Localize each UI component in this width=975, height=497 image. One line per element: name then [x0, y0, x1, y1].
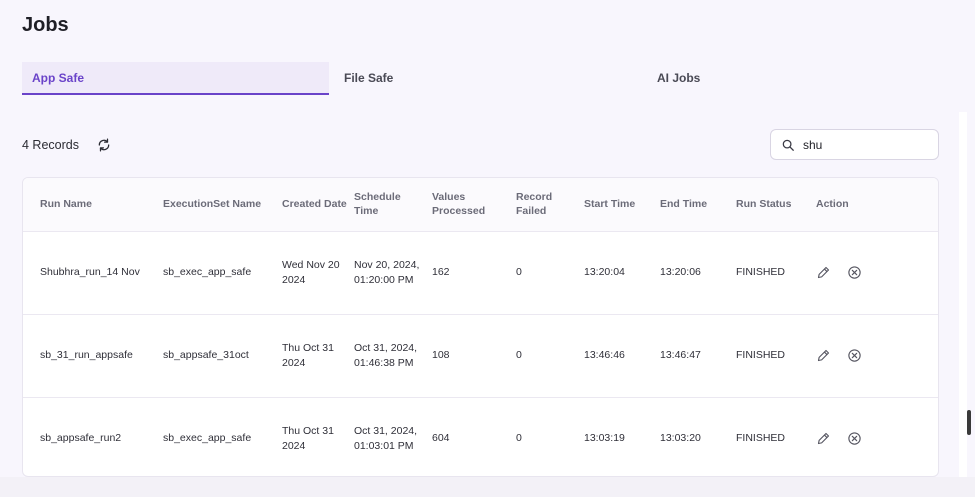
cell-action	[816, 314, 938, 398]
page-footer-area	[0, 477, 975, 497]
header-values-processed[interactable]: Values Processed	[432, 178, 516, 232]
header-run-name[interactable]: Run Name	[23, 178, 163, 232]
header-executionset-name[interactable]: ExecutionSet Name	[163, 178, 282, 232]
records-bar: 4 Records	[22, 138, 111, 152]
table-row[interactable]: sb_appsafe_run2 sb_exec_app_safe Thu Oct…	[23, 397, 938, 476]
cell-created-date: Wed Nov 20 2024	[282, 231, 354, 315]
cell-run-name: sb_31_run_appsafe	[23, 314, 163, 398]
tab-app-safe[interactable]: App Safe	[22, 62, 329, 95]
cell-schedule-time: Oct 31, 2024, 01:46:38 PM	[354, 314, 432, 398]
tab-file-safe[interactable]: File Safe	[334, 62, 634, 95]
pencil-icon[interactable]	[816, 431, 831, 446]
cell-record-failed: 0	[516, 231, 584, 315]
header-created-date[interactable]: Created Date	[282, 178, 354, 232]
cell-execution-set: sb_exec_app_safe	[163, 397, 282, 476]
pencil-icon[interactable]	[816, 265, 831, 280]
cell-run-name: Shubhra_run_14 Nov	[23, 231, 163, 315]
cell-schedule-time: Oct 31, 2024, 01:03:01 PM	[354, 397, 432, 476]
page-title: Jobs	[22, 14, 69, 36]
search-box	[770, 129, 939, 160]
search-icon	[781, 138, 795, 152]
pencil-icon[interactable]	[816, 348, 831, 363]
scrollbar-thumb[interactable]	[967, 410, 971, 435]
cell-run-status: FINISHED	[736, 397, 816, 476]
refresh-icon[interactable]	[97, 138, 111, 152]
cell-start-time: 13:20:04	[584, 231, 660, 315]
cell-start-time: 13:03:19	[584, 397, 660, 476]
cancel-circle-icon[interactable]	[847, 431, 862, 446]
cell-end-time: 13:20:06	[660, 231, 736, 315]
cell-values-processed: 108	[432, 314, 516, 398]
jobs-table: Run Name ExecutionSet Name Created Date …	[22, 177, 939, 477]
cell-start-time: 13:46:46	[584, 314, 660, 398]
cell-end-time: 13:03:20	[660, 397, 736, 476]
table-row[interactable]: sb_31_run_appsafe sb_appsafe_31oct Thu O…	[23, 314, 938, 398]
records-count: 4 Records	[22, 138, 79, 152]
cell-action	[816, 231, 938, 315]
cell-run-status: FINISHED	[736, 231, 816, 315]
cell-end-time: 13:46:47	[660, 314, 736, 398]
cancel-circle-icon[interactable]	[847, 265, 862, 280]
cell-created-date: Thu Oct 31 2024	[282, 314, 354, 398]
cell-values-processed: 162	[432, 231, 516, 315]
scrollbar-track[interactable]	[959, 112, 967, 492]
cancel-circle-icon[interactable]	[847, 348, 862, 363]
cell-created-date: Thu Oct 31 2024	[282, 397, 354, 476]
cell-run-status: FINISHED	[736, 314, 816, 398]
table-row[interactable]: Shubhra_run_14 Nov sb_exec_app_safe Wed …	[23, 231, 938, 315]
cell-run-name: sb_appsafe_run2	[23, 397, 163, 476]
cell-execution-set: sb_exec_app_safe	[163, 231, 282, 315]
cell-record-failed: 0	[516, 397, 584, 476]
cell-record-failed: 0	[516, 314, 584, 398]
header-action: Action	[816, 178, 938, 232]
header-record-failed[interactable]: Record Failed	[516, 178, 584, 232]
table-header-row: Run Name ExecutionSet Name Created Date …	[23, 178, 938, 232]
cell-action	[816, 397, 938, 476]
tab-bar: App Safe File Safe AI Jobs	[22, 62, 942, 96]
header-end-time[interactable]: End Time	[660, 178, 736, 232]
cell-schedule-time: Nov 20, 2024, 01:20:00 PM	[354, 231, 432, 315]
search-input[interactable]	[803, 137, 923, 152]
header-start-time[interactable]: Start Time	[584, 178, 660, 232]
tab-ai-jobs[interactable]: AI Jobs	[647, 62, 942, 95]
cell-execution-set: sb_appsafe_31oct	[163, 314, 282, 398]
cell-values-processed: 604	[432, 397, 516, 476]
header-schedule-time[interactable]: Schedule Time	[354, 178, 432, 232]
header-run-status[interactable]: Run Status	[736, 178, 816, 232]
